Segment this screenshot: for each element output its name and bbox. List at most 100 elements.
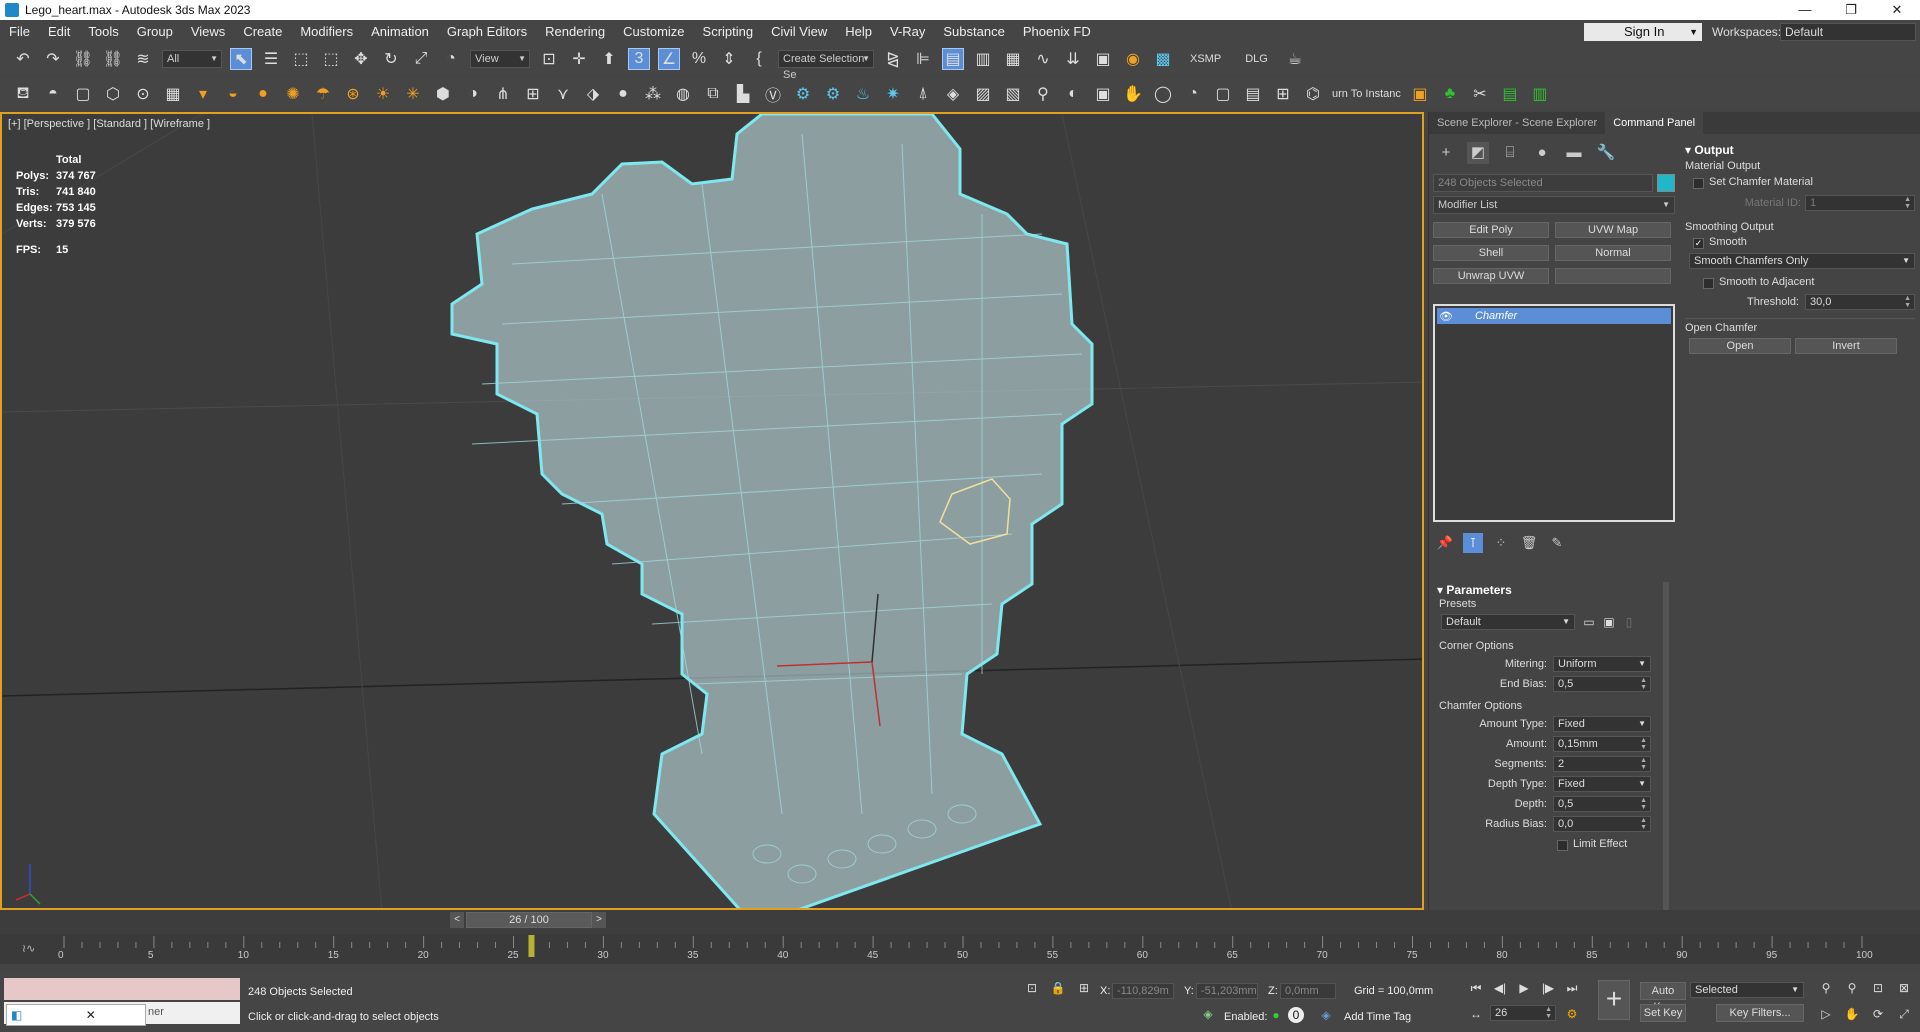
dlg-label[interactable]: DLG bbox=[1245, 53, 1268, 65]
field-of-view-icon[interactable]: ▷ bbox=[1818, 1006, 1834, 1022]
tab-command-panel[interactable]: Command Panel bbox=[1605, 112, 1704, 134]
rotate-icon[interactable]: ↻ bbox=[380, 48, 402, 70]
mitering-dropdown[interactable]: Uniform ▼ bbox=[1553, 656, 1651, 672]
vray-fur-icon[interactable]: ⋔ bbox=[492, 83, 514, 105]
redo-icon[interactable]: ↷ bbox=[42, 48, 64, 70]
forest-pack-icon[interactable]: ▣ bbox=[1409, 83, 1431, 105]
vray-sky-icon[interactable]: ✳ bbox=[402, 83, 424, 105]
eye-icon[interactable]: 👁 bbox=[1437, 310, 1455, 323]
set-key-plus-button[interactable]: + bbox=[1598, 980, 1630, 1020]
hierarchy-tab-icon[interactable]: ⌸ bbox=[1499, 142, 1521, 164]
configure-sets-icon[interactable]: ✎ bbox=[1547, 533, 1567, 553]
edit-poly-button[interactable]: Edit Poly bbox=[1433, 222, 1549, 238]
previous-frame-icon[interactable]: < bbox=[450, 912, 464, 928]
menu-edit[interactable]: Edit bbox=[39, 20, 79, 44]
orbit-icon[interactable]: ⟳ bbox=[1870, 1006, 1886, 1022]
menu-animation[interactable]: Animation bbox=[362, 20, 438, 44]
scale-icon[interactable]: ⤢ bbox=[410, 48, 432, 70]
set-chamfer-material-checkbox[interactable] bbox=[1693, 178, 1704, 189]
normal-button[interactable]: Normal bbox=[1555, 245, 1671, 261]
menu-views[interactable]: Views bbox=[182, 20, 234, 44]
empty-modifier-button[interactable] bbox=[1555, 268, 1671, 284]
modifier-stack[interactable]: 👁 Chamfer bbox=[1433, 304, 1675, 522]
vray-proxy-icon[interactable]: ⬢ bbox=[432, 83, 454, 105]
invert-button[interactable]: Invert bbox=[1795, 338, 1897, 354]
set-key-button[interactable]: Set Key bbox=[1640, 1004, 1686, 1022]
vray-ambient-icon[interactable]: ⊛ bbox=[342, 83, 364, 105]
vray-scatter-icon[interactable]: ⋎ bbox=[552, 83, 574, 105]
depth-type-dropdown[interactable]: Fixed ▼ bbox=[1553, 776, 1651, 792]
ribbon-icon[interactable]: ▦ bbox=[1002, 48, 1024, 70]
taskbar-preview[interactable]: ◧ ✕ bbox=[6, 1004, 146, 1026]
smooth-mode-dropdown[interactable]: Smooth Chamfers Only ▼ bbox=[1689, 253, 1915, 269]
spinner-snap-icon[interactable]: ⇕ bbox=[718, 48, 740, 70]
phoenix-liquid-icon[interactable]: ⚙ bbox=[822, 83, 844, 105]
scene-explorer-icon[interactable]: ▤ bbox=[942, 48, 964, 70]
wireframe-scene[interactable] bbox=[2, 114, 1424, 910]
phoenix-forest-icon[interactable]: ⍋ bbox=[912, 83, 934, 105]
current-frame-spinner[interactable]: 26 ▲ ▼ bbox=[1490, 1005, 1556, 1021]
z-coordinate-field[interactable]: 0,0mm bbox=[1280, 983, 1336, 999]
depth-spinner[interactable]: 0,5 ▲ ▼ bbox=[1553, 796, 1651, 812]
amount-type-dropdown[interactable]: Fixed ▼ bbox=[1553, 716, 1651, 732]
bake-icon[interactable]: ▣ bbox=[1092, 83, 1114, 105]
vray-enmesh-icon[interactable]: ⬗ bbox=[582, 83, 604, 105]
tab-scene-explorer[interactable]: Scene Explorer - Scene Explorer bbox=[1429, 112, 1605, 134]
display-tab-icon[interactable]: ▬ bbox=[1563, 142, 1585, 164]
vray-light-icon[interactable]: ▾ bbox=[192, 83, 214, 105]
phoenix-particle-icon[interactable]: ✷ bbox=[882, 83, 904, 105]
time-slider-handle[interactable]: 26 / 100 bbox=[466, 912, 592, 928]
object-name-field[interactable]: 248 Objects Selected bbox=[1433, 174, 1653, 192]
viewport-grid-icon[interactable]: ⊞ bbox=[1272, 83, 1294, 105]
viewport-label[interactable]: [+] [Perspective ] [Standard ] [Wirefram… bbox=[8, 118, 210, 130]
menu-substance[interactable]: Substance bbox=[934, 20, 1013, 44]
remove-modifier-icon[interactable]: 🗑 bbox=[1519, 533, 1539, 553]
uvw-map-button[interactable]: UVW Map bbox=[1555, 222, 1671, 238]
zoom-extents-all-icon[interactable]: ⊠ bbox=[1896, 980, 1912, 996]
move-icon[interactable]: ✥ bbox=[350, 48, 372, 70]
zoom-all-icon[interactable]: ⚲ bbox=[1844, 980, 1860, 996]
time-tag-icon[interactable]: ◈ bbox=[1318, 1007, 1334, 1023]
modify-tab-icon[interactable]: ◩ bbox=[1467, 142, 1489, 164]
snaps-toggle-icon[interactable]: 3 bbox=[628, 48, 650, 70]
minimize-button[interactable]: — bbox=[1782, 0, 1828, 20]
vray-plane-icon[interactable]: ◑ bbox=[462, 83, 484, 105]
adaptive-degradation-icon[interactable]: ◈ bbox=[1200, 1006, 1216, 1022]
make-unique-icon[interactable]: ⁘ bbox=[1491, 533, 1511, 553]
material-editor-icon[interactable]: ◉ bbox=[1122, 48, 1144, 70]
key-filters-button[interactable]: Key Filters... bbox=[1716, 1004, 1804, 1022]
object-properties-icon[interactable]: ◔ bbox=[1182, 83, 1204, 105]
close-button[interactable]: ✕ bbox=[1874, 0, 1920, 20]
vray-sphere-light-icon[interactable]: ● bbox=[252, 83, 274, 105]
vray-sun-icon[interactable]: ☀ bbox=[372, 83, 394, 105]
menu-scripting[interactable]: Scripting bbox=[694, 20, 763, 44]
select-manipulate-icon[interactable]: ✛ bbox=[568, 48, 590, 70]
add-time-tag-label[interactable]: Add Time Tag bbox=[1344, 1011, 1411, 1023]
menu-rendering[interactable]: Rendering bbox=[536, 20, 614, 44]
cylinder-tool-icon[interactable]: ⬡ bbox=[102, 83, 124, 105]
teapot-icon[interactable]: ⛾ bbox=[12, 83, 34, 105]
go-to-end-icon[interactable]: ⏭ bbox=[1564, 980, 1580, 996]
keyboard-shortcut-override-icon[interactable]: ⬆ bbox=[598, 48, 620, 70]
time-config-icon[interactable]: ⚙ bbox=[1564, 1006, 1580, 1022]
render-elements-icon[interactable]: ▧ bbox=[1002, 83, 1024, 105]
select-object-icon[interactable]: ⬉ bbox=[230, 48, 252, 70]
bind-space-warp-icon[interactable]: ≋ bbox=[132, 48, 154, 70]
vray-ies-icon[interactable]: ☂ bbox=[312, 83, 334, 105]
unlink-icon[interactable]: ⛓ bbox=[102, 48, 124, 70]
material-browser-icon[interactable]: ⧉ bbox=[702, 83, 724, 105]
pivot-center-icon[interactable]: ⊡ bbox=[538, 48, 560, 70]
material-id-spinner[interactable]: 1 ▲ ▼ bbox=[1805, 195, 1915, 211]
sphere-tool-icon[interactable]: ◓ bbox=[42, 83, 64, 105]
viewport-box-icon[interactable]: ▢ bbox=[1212, 83, 1234, 105]
link-icon[interactable]: ⛓ bbox=[72, 48, 94, 70]
layer-manager-icon[interactable]: ▤ bbox=[1499, 83, 1521, 105]
menu-customize[interactable]: Customize bbox=[614, 20, 693, 44]
time-slider[interactable]: < 26 / 100 > bbox=[0, 910, 1920, 934]
radius-bias-spinner[interactable]: 0,0 ▲ ▼ bbox=[1553, 816, 1651, 832]
segments-spinner[interactable]: 2 ▲ ▼ bbox=[1553, 756, 1651, 772]
go-to-start-icon[interactable]: ⏮ bbox=[1468, 980, 1484, 996]
menu-modifiers[interactable]: Modifiers bbox=[291, 20, 362, 44]
rectangular-selection-icon[interactable]: ⬚ bbox=[290, 48, 312, 70]
create-tab-icon[interactable]: + bbox=[1435, 142, 1457, 164]
